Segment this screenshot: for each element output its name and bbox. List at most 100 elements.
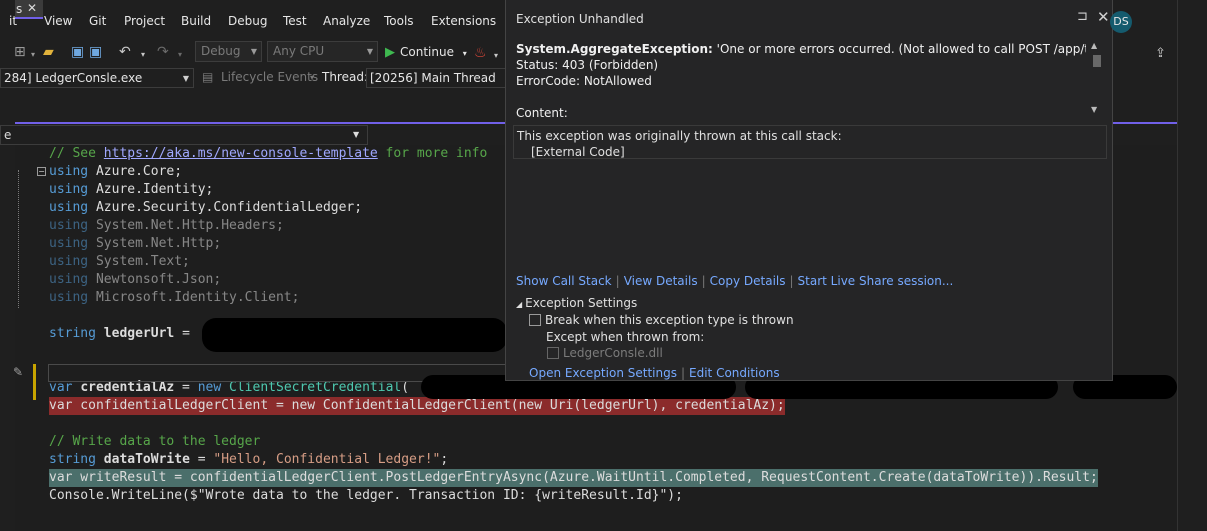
new-item-icon[interactable]: ⊞ [14,43,26,61]
module-label: LedgerConsle.dll [563,346,663,360]
code-line: Console.WriteLine($"Wrote data to the le… [49,488,683,503]
keyword: string [49,326,96,341]
new-item-dropdown-icon[interactable]: ▾ [31,46,35,64]
separator: | [701,274,706,288]
pin-icon[interactable]: ⊐ [1077,9,1088,24]
change-marker [33,364,36,400]
separator: | [680,366,686,380]
undo-dropdown-icon[interactable]: ▾ [141,46,145,64]
solution-configuration-value: Debug [201,44,241,58]
exception-line: var confidentialLedgerClient = new Confi… [49,397,785,415]
keyword: using [49,182,89,197]
tab-label: s [16,2,23,16]
exception-message: System.AggregateException: 'One or more … [516,41,1086,121]
code-link[interactable]: https://aka.ms/new-console-template [104,146,378,161]
copy-details-link[interactable]: Copy Details [710,274,786,288]
menu-debug[interactable]: Debug [228,14,267,28]
exception-scrollbar[interactable]: ▲ ▼ [1091,41,1103,118]
keyword: var [49,380,73,395]
comment: // Write data to the ledger [49,434,261,449]
lifecycle-events-button[interactable]: Lifecycle Events [221,70,318,84]
close-icon[interactable]: ✕ [1097,8,1110,26]
process-value: 284] LedgerConsle.exe [4,71,143,85]
solution-configuration-select[interactable]: Debug ▼ [195,41,262,62]
code-line: using Azure.Identity; [49,181,213,199]
navigation-bar-label: e [4,128,12,142]
menu-git[interactable]: Git [89,14,106,28]
scroll-down-icon[interactable]: ▼ [1091,105,1097,114]
type-name: ClientSecretCredential [229,380,402,395]
call-stack-frame[interactable]: [External Code] [517,144,1103,160]
operator: = [174,380,198,395]
namespace: Azure.Identity; [95,182,214,197]
thread-select[interactable]: [20256] Main Thread [366,68,506,88]
continue-label: Continue [400,45,454,59]
comment: for more info [377,146,488,161]
redo-icon[interactable]: ↷ [157,43,169,61]
chevron-down-icon: ▼ [366,47,373,56]
solution-platform-value: Any CPU [273,44,325,58]
view-details-link[interactable]: View Details [624,274,698,288]
pencil-icon[interactable]: ✎ [13,365,23,379]
variable: dataToWrite [103,452,190,467]
menu-build[interactable]: Build [181,14,211,28]
keyword: using [49,164,89,179]
lifecycle-events-icon[interactable]: ▤ [202,70,213,84]
scroll-thumb[interactable] [1093,55,1101,67]
hot-reload-icon[interactable]: ♨ [474,44,487,62]
exception-title: Exception Unhandled [516,12,644,26]
navigation-bar[interactable]: e ▼ [0,125,368,145]
menu-project[interactable]: Project [124,14,165,28]
save-icon[interactable]: ▣ [71,43,84,61]
checkbox-box[interactable] [547,347,559,359]
redaction [202,318,507,352]
edit-conditions-link[interactable]: Edit Conditions [689,366,780,380]
checkbox-box[interactable] [529,314,541,326]
collapse-triangle-icon: ◢ [516,300,523,309]
right-frame [1177,0,1207,531]
break-when-thrown-checkbox[interactable]: Break when this exception type is thrown [529,313,794,327]
editor-tab[interactable]: s ✕ [15,0,43,19]
menu-view[interactable]: View [44,14,72,28]
namespace: Azure.Core; [95,164,183,179]
redo-dropdown-icon[interactable]: ▾ [178,46,182,64]
exception-actions: Show Call Stack | View Details | Copy Detail… [516,274,953,288]
variable: credentialAz [80,380,175,395]
chevron-down-icon: ▼ [353,130,360,139]
share-icon[interactable]: ⇪ [1155,46,1166,61]
code-line: // See https://aka.ms/new-console-templa… [49,145,487,163]
close-icon[interactable]: ✕ [27,1,37,15]
play-icon: ▶ [385,45,395,60]
exception-status: Status: 403 (Forbidden) [516,58,659,72]
code-line: using System.Net.Http.Headers; [49,217,284,235]
keyword: new [197,380,222,395]
module-checkbox[interactable]: LedgerConsle.dll [547,346,663,360]
collapse-icon[interactable]: − [37,167,46,176]
avatar[interactable]: DS [1110,11,1132,33]
save-all-icon[interactable]: ▣ [89,43,102,61]
hot-reload-dropdown-icon[interactable]: ▾ [494,47,498,65]
code-line: using Microsoft.Identity.Client; [49,289,299,307]
show-call-stack-link[interactable]: Show Call Stack [516,274,612,288]
process-select[interactable]: 284] LedgerConsle.exe ▼ [0,68,194,88]
menu-tools[interactable]: Tools [384,14,414,28]
menu-extensions[interactable]: Extensions [431,14,496,28]
exception-settings-toggle[interactable]: ◢ Exception Settings [516,296,637,310]
scroll-up-icon[interactable]: ▲ [1091,41,1097,50]
separator: | [789,274,794,288]
continue-button[interactable]: ▶ Continue ▾ [385,42,467,62]
chevron-down-icon: ▾ [462,49,467,58]
open-folder-icon[interactable]: ▰ [43,43,54,61]
menu-analyze[interactable]: Analyze [323,14,370,28]
keyword: using [49,290,89,305]
code-line: using System.Text; [49,253,190,271]
open-exception-settings-link[interactable]: Open Exception Settings [529,366,677,380]
solution-platform-select[interactable]: Any CPU ▼ [267,41,378,62]
live-share-link[interactable]: Start Live Share session... [798,274,954,288]
menu-test[interactable]: Test [283,14,307,28]
namespace: Newtonsoft.Json; [95,272,222,287]
separator: | [615,274,620,288]
exception-error-code: ErrorCode: NotAllowed [516,74,652,88]
undo-icon[interactable]: ↶ [119,43,131,61]
